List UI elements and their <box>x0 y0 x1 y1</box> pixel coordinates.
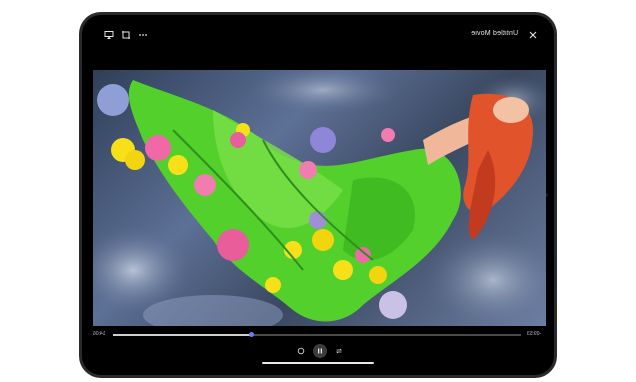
screen: Untitled Movie 14:06 -09:53 <box>82 15 554 375</box>
playback-controls <box>82 344 554 360</box>
pause-icon <box>318 348 322 354</box>
top-toolbar: Untitled Movie <box>82 29 554 45</box>
pause-button[interactable] <box>313 344 327 358</box>
time-remaining: -09:53 <box>526 331 541 337</box>
movie-title: Untitled Movie <box>470 30 518 37</box>
ipad-device: Untitled Movie 14:06 -09:53 <box>79 12 557 378</box>
airplay-icon[interactable] <box>103 29 115 41</box>
home-indicator[interactable] <box>262 362 374 364</box>
crop-icon[interactable] <box>120 29 132 41</box>
time-elapsed: 14:06 <box>93 331 106 337</box>
scrubber-progress <box>113 334 252 336</box>
playback-timeline: 14:06 -09:53 <box>93 331 541 341</box>
scrubber-track[interactable] <box>113 332 521 337</box>
video-frame[interactable] <box>93 70 546 326</box>
video-image <box>93 70 546 326</box>
scrubber-handle[interactable] <box>249 332 255 337</box>
close-icon[interactable] <box>527 29 539 41</box>
rewind-icon[interactable] <box>294 344 308 358</box>
more-icon[interactable] <box>137 29 149 41</box>
loop-icon[interactable] <box>332 344 346 358</box>
